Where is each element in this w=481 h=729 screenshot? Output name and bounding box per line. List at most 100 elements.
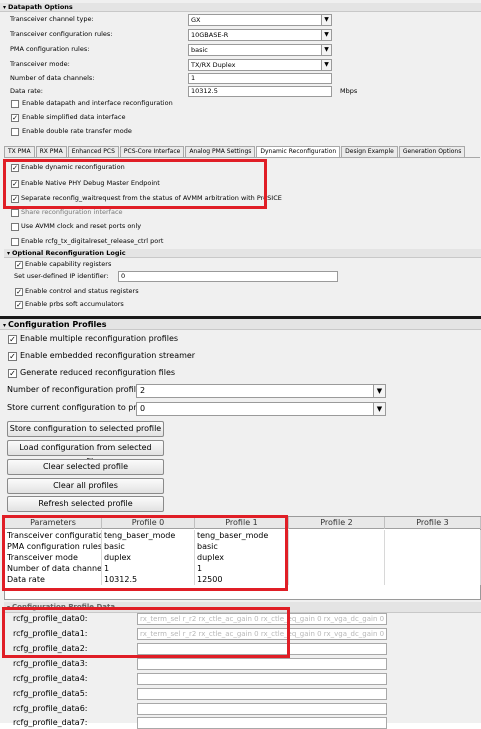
table-cell: 1 [102, 563, 195, 574]
rcfg-reset-checkbox[interactable] [11, 238, 19, 246]
table-row[interactable]: Data rate 10312.5 12500 [5, 574, 481, 585]
dropdown-arrow-icon: ▼ [373, 403, 385, 415]
profile-data1-label: rcfg_profile_data1: [13, 629, 88, 638]
tab-design-example[interactable]: Design Example [341, 146, 398, 157]
num-profiles-select[interactable]: 2 ▼ [136, 384, 386, 398]
num-profiles-value: 2 [140, 386, 146, 395]
separate-waitrequest-checkbox[interactable]: ✓ [11, 195, 19, 203]
data-rate-input[interactable]: 10312.5 [188, 86, 332, 97]
dynamic-reconfig-label: Enable dynamic reconfiguration [21, 163, 125, 171]
profile-data4-label: rcfg_profile_data4: [13, 674, 88, 683]
profile-data7-label: rcfg_profile_data7: [13, 718, 88, 727]
table-row[interactable]: Transceiver mode duplex duplex [5, 552, 481, 563]
col-header-parameters[interactable]: Parameters [5, 517, 102, 529]
reduced-files-checkbox[interactable]: ✓ [8, 369, 17, 378]
pma-rules-select[interactable]: basic ▼ [188, 44, 332, 56]
table-cell [385, 530, 481, 541]
ip-identifier-label: Set user-defined IP identifier: [14, 272, 109, 280]
ip-identifier-input[interactable]: 0 [118, 271, 338, 282]
store-profile-button[interactable]: Store configuration to selected profile [7, 421, 164, 437]
profile-data2-label: rcfg_profile_data2: [13, 644, 88, 653]
config-rules-value: 10GBASE-R [191, 31, 229, 39]
datapath-reconfig-label: Enable datapath and interface reconfigur… [22, 99, 173, 107]
tab-tx-pma[interactable]: TX PMA [4, 146, 35, 157]
configuration-profiles-header[interactable]: ▾ Configuration Profiles [0, 319, 481, 330]
multiple-profiles-checkbox[interactable]: ✓ [8, 335, 17, 344]
num-profiles-label: Number of reconfiguration profiles: [7, 385, 148, 394]
dynamic-reconfig-checkbox[interactable]: ✓ [11, 164, 19, 172]
table-cell: duplex [195, 552, 289, 563]
data-rate-unit: Mbps [340, 87, 358, 95]
transceiver-mode-label: Transceiver mode: [10, 60, 70, 68]
profile-data5-label: rcfg_profile_data5: [13, 689, 88, 698]
profile-data-header[interactable]: ▾ Configuration Profile Data [4, 602, 481, 613]
pma-rules-value: basic [191, 46, 208, 54]
channel-type-select[interactable]: GX ▼ [188, 14, 332, 26]
double-rate-checkbox[interactable] [11, 128, 19, 136]
datapath-options-title: Datapath Options [8, 3, 73, 11]
dropdown-arrow-icon: ▼ [321, 60, 331, 70]
profile-data1-field[interactable]: rx_term_sel r_r2 rx_ctle_ac_gain 0 rx_ct… [137, 628, 387, 640]
embedded-streamer-checkbox[interactable]: ✓ [8, 352, 17, 361]
dropdown-arrow-icon: ▼ [321, 15, 331, 25]
avmm-clock-checkbox[interactable] [11, 223, 19, 231]
config-rules-select[interactable]: 10GBASE-R ▼ [188, 29, 332, 41]
table-cell: basic [102, 541, 195, 552]
table-cell: 1 [195, 563, 289, 574]
share-interface-checkbox[interactable] [11, 209, 19, 217]
table-cell: Data rate [5, 574, 102, 585]
datapath-reconfig-checkbox[interactable] [11, 100, 19, 108]
profiles-table: Parameters Profile 0 Profile 1 Profile 2… [4, 516, 481, 600]
table-cell [289, 552, 385, 563]
table-cell: teng_baser_mode [195, 530, 289, 541]
share-interface-label: Share reconfiguration interface [21, 208, 123, 216]
datapath-options-panel: ▾ Datapath Options Transceiver channel ty… [0, 0, 481, 316]
profile-data5-field[interactable] [137, 688, 387, 700]
tab-analog-pma-settings[interactable]: Analog PMA Settings [185, 146, 256, 157]
profile-data7-field[interactable] [137, 717, 387, 729]
profile-data6-field[interactable] [137, 703, 387, 715]
col-header-profile-1[interactable]: Profile 1 [195, 517, 289, 529]
refresh-profile-button[interactable]: Refresh selected profile [7, 496, 164, 512]
load-profile-button[interactable]: Load configuration from selected profile [7, 440, 164, 466]
configuration-profiles-panel: ▾ Configuration Profiles ✓ Enable multipl… [0, 319, 481, 729]
store-current-select[interactable]: 0 ▼ [136, 402, 386, 416]
tab-rx-pma[interactable]: RX PMA [35, 146, 67, 157]
clear-profile-button[interactable]: Clear selected profile [7, 459, 164, 475]
table-cell: 10312.5 [102, 574, 195, 585]
table-cell [385, 541, 481, 552]
col-header-profile-2[interactable]: Profile 2 [289, 517, 385, 529]
collapse-triangle-icon: ▾ [3, 4, 7, 11]
clear-all-profiles-button[interactable]: Clear all profiles [7, 478, 164, 494]
debug-endpoint-checkbox[interactable]: ✓ [11, 180, 19, 188]
collapse-triangle-icon: ▾ [7, 250, 11, 257]
capability-registers-checkbox[interactable]: ✓ [15, 261, 23, 269]
num-channels-input[interactable]: 1 [188, 73, 332, 84]
config-rules-label: Transceiver configuration rules: [10, 30, 113, 38]
prbs-checkbox[interactable]: ✓ [15, 301, 23, 309]
table-row[interactable]: Number of data channels 1 1 [5, 563, 481, 574]
debug-endpoint-label: Enable Native PHY Debug Master Endpoint [21, 179, 160, 187]
col-header-profile-0[interactable]: Profile 0 [102, 517, 195, 529]
table-row[interactable]: Transceiver configuration... teng_baser_… [5, 530, 481, 541]
simplified-interface-checkbox[interactable]: ✓ [11, 114, 19, 122]
transceiver-mode-select[interactable]: TX/RX Duplex ▼ [188, 59, 332, 71]
table-cell: Number of data channels [7, 563, 102, 574]
csr-checkbox[interactable]: ✓ [15, 288, 23, 296]
optional-logic-title: Optional Reconfiguration Logic [12, 249, 126, 257]
profile-data2-field[interactable] [137, 643, 387, 655]
profile-data3-field[interactable] [137, 658, 387, 670]
embedded-streamer-label: Enable embedded reconfiguration streamer [20, 351, 196, 360]
table-row[interactable]: PMA configuration rules basic basic [5, 541, 481, 552]
tab-dynamic-reconfiguration[interactable]: Dynamic Reconfiguration [256, 146, 341, 157]
tab-generation-options[interactable]: Generation Options [398, 146, 466, 157]
col-header-profile-3[interactable]: Profile 3 [385, 517, 481, 529]
tab-divider [4, 157, 480, 158]
tab-enhanced-pcs[interactable]: Enhanced PCS [67, 146, 119, 157]
profile-data0-field[interactable]: rx_term_sel r_r2 rx_ctle_ac_gain 0 rx_ct… [137, 613, 387, 625]
datapath-options-header[interactable]: ▾ Datapath Options [0, 3, 481, 12]
optional-logic-header[interactable]: ▾ Optional Reconfiguration Logic [4, 249, 481, 258]
profile-data4-field[interactable] [137, 673, 387, 685]
dropdown-arrow-icon: ▼ [373, 385, 385, 397]
tab-pcs-core-interface[interactable]: PCS-Core Interface [119, 146, 185, 157]
